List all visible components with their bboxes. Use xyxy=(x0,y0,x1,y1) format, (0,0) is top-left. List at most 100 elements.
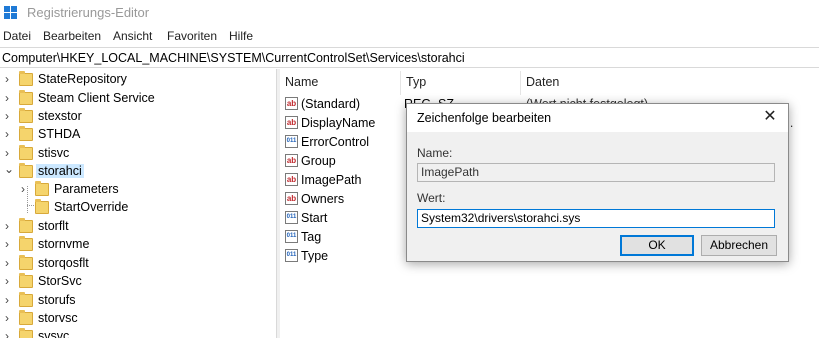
folder-icon xyxy=(19,145,33,160)
tree-item-label: stexstor xyxy=(38,109,82,123)
tree-item-storqosflt[interactable]: › storqosflt xyxy=(0,254,275,273)
tree-item-svsvc[interactable]: › svsvc xyxy=(0,327,275,338)
folder-icon xyxy=(19,108,33,123)
name-label: Name: xyxy=(417,146,453,160)
value-name: (Standard) xyxy=(301,97,361,111)
tree-item-label: stornvme xyxy=(38,237,90,251)
value-name: Type xyxy=(301,249,329,263)
chevron-right-icon[interactable]: › xyxy=(5,329,9,338)
tree-pane: › StateRepository › Steam Client Service… xyxy=(0,69,275,338)
registry-editor-icon xyxy=(4,6,18,20)
folder-icon xyxy=(35,181,49,196)
value-name: DisplayName xyxy=(301,116,376,130)
tree-item-sthda[interactable]: › STHDA xyxy=(0,125,275,144)
tree-item-storufs[interactable]: › storufs xyxy=(0,291,275,310)
dialog-title: Zeichenfolge bearbeiten xyxy=(417,111,552,125)
menu-ansicht[interactable]: Ansicht xyxy=(113,29,152,43)
chevron-right-icon[interactable]: › xyxy=(5,91,9,105)
chevron-right-icon[interactable]: › xyxy=(5,311,9,325)
tree-item-label: storflt xyxy=(38,219,69,233)
chevron-right-icon[interactable]: › xyxy=(5,127,9,141)
tree-item-storsvc[interactable]: › StorSvc xyxy=(0,272,275,291)
folder-icon xyxy=(19,310,33,325)
folder-open-icon xyxy=(19,163,33,178)
value-name: Start xyxy=(301,211,328,225)
tree-item-label: svsvc xyxy=(38,329,70,338)
chevron-right-icon[interactable]: › xyxy=(5,109,9,123)
tree-item-startoverride[interactable]: StartOverride xyxy=(0,198,275,217)
value-name: ErrorControl xyxy=(301,135,370,149)
menu-datei[interactable]: Datei xyxy=(3,29,31,43)
column-header-name[interactable]: Name xyxy=(285,69,318,95)
name-field: ImagePath xyxy=(417,163,775,182)
chevron-down-icon[interactable]: ⌄ xyxy=(4,162,14,176)
tree-item-stisvc[interactable]: › stisvc xyxy=(0,144,275,163)
chevron-right-icon[interactable]: › xyxy=(5,274,9,288)
menu-bearbeiten[interactable]: Bearbeiten xyxy=(43,29,101,43)
string-value-icon: ab xyxy=(285,116,298,129)
menu-hilfe[interactable]: Hilfe xyxy=(229,29,253,43)
tree-item-label: StartOverride xyxy=(54,200,129,214)
folder-icon xyxy=(19,71,33,86)
tree-item-label: storahci xyxy=(36,164,84,178)
address-bar[interactable]: Computer\HKEY_LOCAL_MACHINE\SYSTEM\Curre… xyxy=(0,47,819,68)
tree-item-steam-client-service[interactable]: › Steam Client Service xyxy=(0,89,275,108)
folder-icon xyxy=(19,218,33,233)
dword-value-icon: 011 xyxy=(285,135,298,148)
folder-icon xyxy=(19,273,33,288)
string-value-icon: ab xyxy=(285,97,298,110)
edit-string-dialog: Zeichenfolge bearbeiten ✕ Name: ImagePat… xyxy=(406,103,789,262)
tree-item-label: storvsc xyxy=(38,311,78,325)
tree-item-label: storqosflt xyxy=(38,256,89,270)
chevron-right-icon[interactable]: › xyxy=(5,256,9,270)
tree-item-label: StateRepository xyxy=(38,72,127,86)
folder-icon xyxy=(19,90,33,105)
window-title: Registrierungs-Editor xyxy=(27,5,150,20)
tree-item-storflt[interactable]: › storflt xyxy=(0,217,275,236)
folder-icon xyxy=(19,126,33,141)
column-divider[interactable] xyxy=(400,71,401,95)
ok-button[interactable]: OK xyxy=(620,235,694,256)
menu-bar: Datei Bearbeiten Ansicht Favoriten Hilfe xyxy=(0,28,819,46)
value-name: ImagePath xyxy=(301,173,362,187)
tree-item-stornvme[interactable]: › stornvme xyxy=(0,235,275,254)
tree-item-storvsc[interactable]: › storvsc xyxy=(0,309,275,328)
close-icon[interactable]: ✕ xyxy=(760,107,780,127)
title-bar: Registrierungs-Editor xyxy=(0,0,819,26)
tree-item-parameters[interactable]: › Parameters xyxy=(0,180,275,199)
value-label: Wert: xyxy=(417,191,446,205)
folder-icon xyxy=(19,236,33,251)
dword-value-icon: 011 xyxy=(285,211,298,224)
tree-item-label: stisvc xyxy=(38,146,70,160)
chevron-right-icon[interactable]: › xyxy=(5,293,9,307)
dialog-body: Name: ImagePath Wert: System32\drivers\s… xyxy=(407,132,788,261)
folder-icon xyxy=(19,292,33,307)
value-name: Group xyxy=(301,154,336,168)
value-name: Tag xyxy=(301,230,322,244)
folder-icon xyxy=(19,328,33,338)
tree-item-label: StorSvc xyxy=(38,274,82,288)
dword-value-icon: 011 xyxy=(285,230,298,243)
column-header-type[interactable]: Typ xyxy=(406,69,426,95)
column-header-data[interactable]: Daten xyxy=(526,69,559,95)
string-value-icon: ab xyxy=(285,192,298,205)
tree-item-stexstor[interactable]: › stexstor xyxy=(0,107,275,126)
string-value-icon: ab xyxy=(285,154,298,167)
value-field[interactable]: System32\drivers\storahci.sys xyxy=(417,209,775,228)
tree-item-label: STHDA xyxy=(38,127,81,141)
tree-item-staterepository[interactable]: › StateRepository xyxy=(0,70,275,89)
chevron-right-icon[interactable]: › xyxy=(5,146,9,160)
chevron-right-icon[interactable]: › xyxy=(5,72,9,86)
folder-icon xyxy=(35,199,49,214)
cancel-button[interactable]: Abbrechen xyxy=(701,235,777,256)
value-name: Owners xyxy=(301,192,345,206)
menu-favoriten[interactable]: Favoriten xyxy=(167,29,217,43)
string-value-icon: ab xyxy=(285,173,298,186)
chevron-right-icon[interactable]: › xyxy=(21,182,25,196)
chevron-right-icon[interactable]: › xyxy=(5,237,9,251)
folder-icon xyxy=(19,255,33,270)
tree-item-storahci[interactable]: ⌄ storahci xyxy=(0,162,275,181)
tree-item-label: Steam Client Service xyxy=(38,91,155,105)
column-divider[interactable] xyxy=(520,71,521,95)
chevron-right-icon[interactable]: › xyxy=(5,219,9,233)
